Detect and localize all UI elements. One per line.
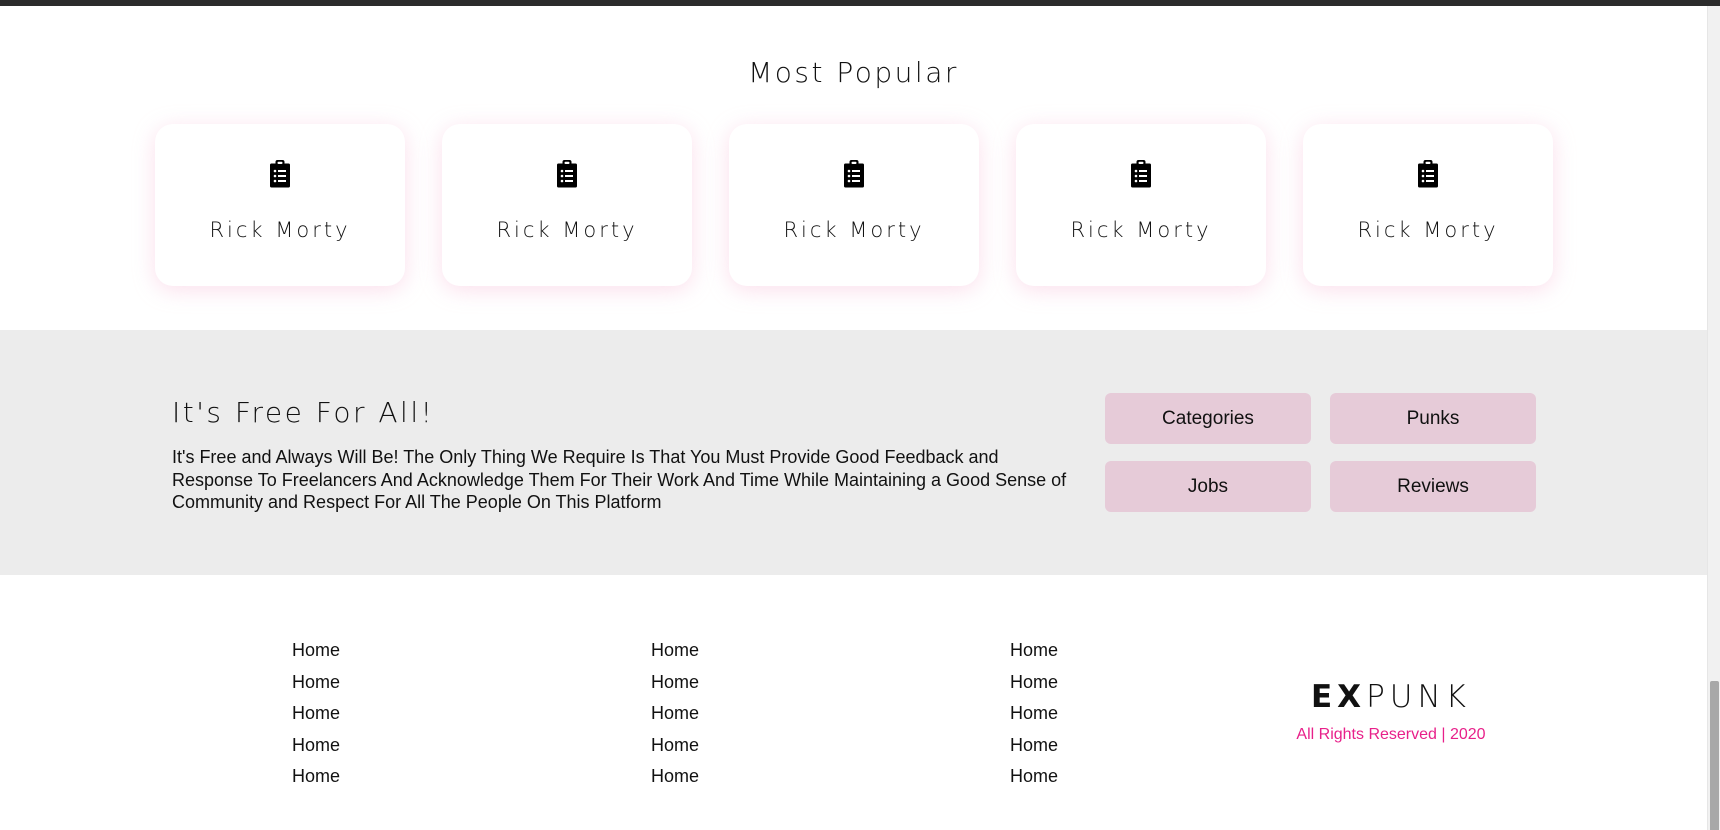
free-for-all-section: It's Free For All! It's Free and Always … [0, 330, 1707, 575]
popular-card[interactable]: Rick Morty [442, 124, 692, 286]
footer-link-home[interactable]: Home [292, 698, 340, 730]
punks-button[interactable]: Punks [1330, 393, 1536, 444]
free-for-all-description: It's Free and Always Will Be! The Only T… [172, 447, 1067, 512]
footer-link-home[interactable]: Home [651, 730, 699, 762]
card-title: Rick Morty [1357, 218, 1499, 242]
footer-link-home[interactable]: Home [292, 761, 340, 793]
categories-button[interactable]: Categories [1105, 393, 1311, 444]
footer-link-home[interactable]: Home [651, 635, 699, 667]
footer-link-home[interactable]: Home [292, 635, 340, 667]
scrollbar-thumb[interactable] [1710, 681, 1719, 830]
clipboard-list-icon [557, 160, 577, 188]
logo-bold-part: EX [1311, 679, 1367, 715]
popular-card[interactable]: Rick Morty [155, 124, 405, 286]
card-title: Rick Morty [1070, 218, 1212, 242]
logo-light-part: PUNK [1366, 679, 1471, 715]
popular-card[interactable]: Rick Morty [1303, 124, 1553, 286]
footer-links-column-2: Home Home Home Home Home [651, 635, 699, 793]
footer-link-home[interactable]: Home [1010, 635, 1058, 667]
clipboard-list-icon [844, 160, 864, 188]
footer-link-home[interactable]: Home [292, 730, 340, 762]
free-for-all-heading: It's Free For All! [172, 396, 435, 429]
card-title: Rick Morty [783, 218, 925, 242]
popular-card[interactable]: Rick Morty [729, 124, 979, 286]
copyright-text: All Rights Reserved | 2020 [1296, 726, 1486, 743]
card-title: Rick Morty [209, 218, 351, 242]
most-popular-heading: Most Popular [748, 56, 959, 89]
footer-link-home[interactable]: Home [1010, 730, 1058, 762]
reviews-button[interactable]: Reviews [1330, 461, 1536, 512]
footer-link-home[interactable]: Home [651, 761, 699, 793]
footer-link-home[interactable]: Home [1010, 698, 1058, 730]
vertical-scrollbar[interactable] [1707, 6, 1720, 830]
jobs-button[interactable]: Jobs [1105, 461, 1311, 512]
footer-links-column-1: Home Home Home Home Home [292, 635, 340, 793]
clipboard-list-icon [270, 160, 290, 188]
expunk-logo[interactable]: EXPUNK [1311, 679, 1479, 715]
footer-link-home[interactable]: Home [651, 667, 699, 699]
page: Most Popular Rick Morty Rick Morty Rick … [0, 6, 1707, 830]
footer-link-home[interactable]: Home [292, 667, 340, 699]
footer-link-home[interactable]: Home [651, 698, 699, 730]
footer-link-home[interactable]: Home [1010, 667, 1058, 699]
clipboard-list-icon [1418, 160, 1438, 188]
footer-link-home[interactable]: Home [1010, 761, 1058, 793]
footer: Home Home Home Home Home Home Home Home … [0, 575, 1707, 830]
card-title: Rick Morty [496, 218, 638, 242]
popular-cards: Rick Morty Rick Morty Rick Morty Rick Mo… [155, 124, 1555, 289]
footer-links-column-3: Home Home Home Home Home [1010, 635, 1058, 793]
clipboard-list-icon [1131, 160, 1151, 188]
popular-card[interactable]: Rick Morty [1016, 124, 1266, 286]
